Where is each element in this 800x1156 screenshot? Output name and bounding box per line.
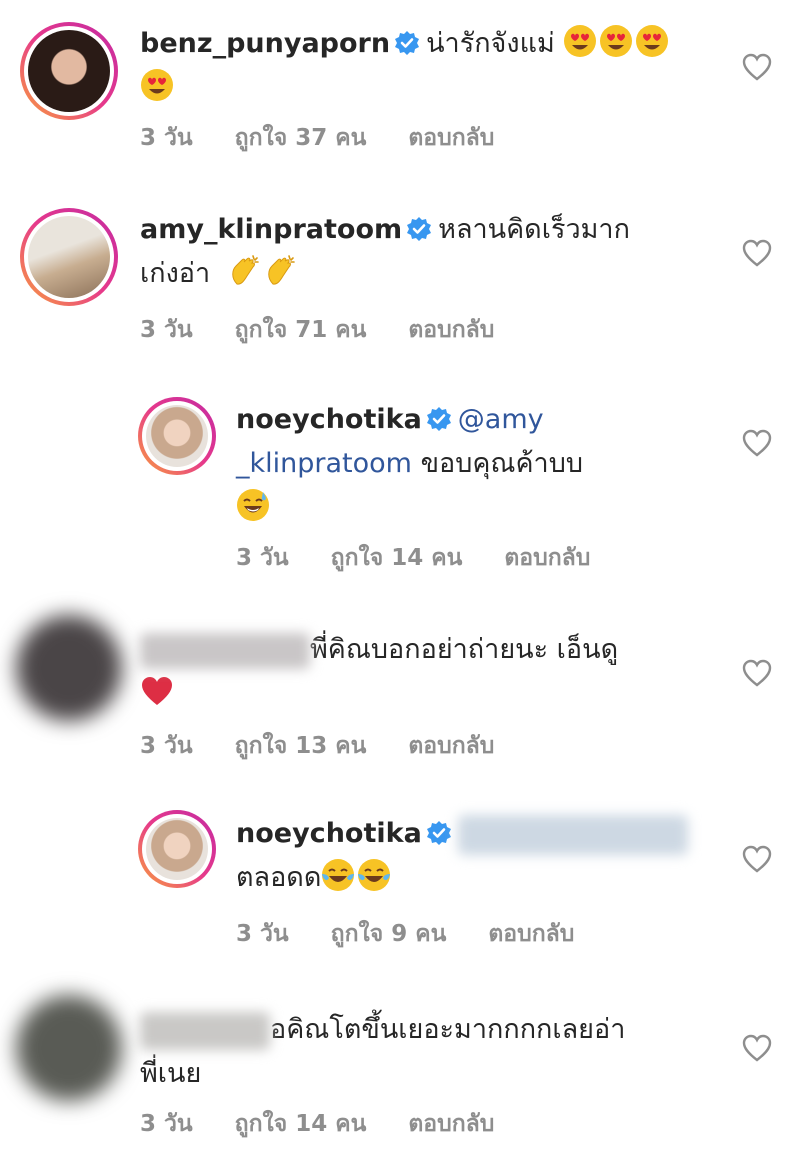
tears-of-joy-emoji-icon xyxy=(321,858,355,892)
comment-meta: 3 วัน ถูกใจ 9 คน ตอบกลับ xyxy=(236,916,616,952)
reply-button[interactable]: ตอบกลับ xyxy=(504,545,590,571)
comment-meta: 3 วัน ถูกใจ 14 คน ตอบกลับ xyxy=(140,1106,536,1142)
comment-text: พี่คิณบอกอย่าถ่ายนะ เอ็นดู xyxy=(310,634,619,665)
mention-link[interactable]: @amy xyxy=(458,404,544,435)
likes-count[interactable]: ถูกใจ 13 คน xyxy=(235,733,367,759)
like-heart-icon[interactable] xyxy=(742,1034,772,1062)
avatar[interactable] xyxy=(20,208,118,306)
clapping-hands-emoji-icon xyxy=(227,254,261,288)
red-heart-emoji-icon xyxy=(140,674,174,708)
time-label: 3 วัน xyxy=(236,921,289,947)
avatar[interactable] xyxy=(20,22,118,120)
comment-text: พี่เนย xyxy=(140,1058,202,1089)
comment-text-block: noeychotika ตลอดด xyxy=(236,812,716,900)
comment-text-block: พี่คิณบอกอย่าถ่ายนะ เอ็นดู xyxy=(140,628,710,716)
heart-eyes-emoji-icon xyxy=(563,24,597,58)
time-label: 3 วัน xyxy=(236,545,289,571)
comment-meta: 3 วัน ถูกใจ 37 คน ตอบกลับ xyxy=(140,120,536,156)
blurred-mention xyxy=(457,814,688,855)
heart-eyes-emoji-icon xyxy=(140,68,174,102)
heart-eyes-emoji-icon xyxy=(599,24,633,58)
comment-meta: 3 วัน ถูกใจ 13 คน ตอบกลับ xyxy=(140,728,536,764)
avatar[interactable] xyxy=(138,810,216,888)
like-heart-icon[interactable] xyxy=(742,53,772,81)
reply-button[interactable]: ตอบกลับ xyxy=(408,1111,494,1137)
tears-of-joy-emoji-icon xyxy=(357,858,391,892)
avatar[interactable] xyxy=(138,397,216,475)
comment-text: เก่งอ่า xyxy=(140,258,211,289)
blurred-username xyxy=(140,1011,270,1050)
comment-text: ตลอดด xyxy=(236,862,322,893)
comment-text: อคิณโตขึ้นเยอะมากกกกเลยอ่า xyxy=(270,1014,626,1045)
likes-count[interactable]: ถูกใจ 9 คน xyxy=(331,921,447,947)
time-label: 3 วัน xyxy=(140,733,193,759)
reply-button[interactable]: ตอบกลับ xyxy=(408,125,494,151)
blurred-username xyxy=(140,632,310,669)
username[interactable]: benz_punyaporn xyxy=(140,28,390,59)
like-heart-icon[interactable] xyxy=(742,429,772,457)
reply-button[interactable]: ตอบกลับ xyxy=(408,733,494,759)
likes-count[interactable]: ถูกใจ 14 คน xyxy=(331,545,463,571)
like-heart-icon[interactable] xyxy=(742,239,772,267)
time-label: 3 วัน xyxy=(140,317,193,343)
comment-text: ขอบคุณค้าบบ xyxy=(420,448,583,479)
username[interactable]: noeychotika xyxy=(236,818,422,849)
avatar[interactable] xyxy=(16,615,122,721)
likes-count[interactable]: ถูกใจ 71 คน xyxy=(235,317,367,343)
comment-text-block: อคิณโตขึ้นเยอะมากกกกเลยอ่า พี่เนย xyxy=(140,1008,720,1096)
verified-badge-icon xyxy=(426,820,452,846)
likes-count[interactable]: ถูกใจ 14 คน xyxy=(235,1111,367,1137)
laughing-sweat-emoji-icon xyxy=(236,488,270,522)
comment-text: น่ารักจังแม่ xyxy=(426,28,555,59)
likes-count[interactable]: ถูกใจ 37 คน xyxy=(235,125,367,151)
time-label: 3 วัน xyxy=(140,125,193,151)
verified-badge-icon xyxy=(394,30,420,56)
heart-eyes-emoji-icon xyxy=(635,24,669,58)
verified-badge-icon xyxy=(406,216,432,242)
comment-meta: 3 วัน ถูกใจ 14 คน ตอบกลับ xyxy=(236,540,632,576)
comment-text-block: amy_klinpratoom หลานคิดเร็วมาก เก่งอ่า xyxy=(140,208,710,296)
comment-text: หลานคิดเร็วมาก xyxy=(438,214,630,245)
comment-meta: 3 วัน ถูกใจ 71 คน ตอบกลับ xyxy=(140,312,536,348)
username[interactable]: noeychotika xyxy=(236,404,422,435)
username[interactable]: amy_klinpratoom xyxy=(140,214,402,245)
like-heart-icon[interactable] xyxy=(742,845,772,873)
verified-badge-icon xyxy=(426,406,452,432)
comment-text-block: noeychotika @amy _klinpratoom ขอบคุณค้าบบ xyxy=(236,398,716,530)
reply-button[interactable]: ตอบกลับ xyxy=(488,921,574,947)
time-label: 3 วัน xyxy=(140,1111,193,1137)
reply-button[interactable]: ตอบกลับ xyxy=(408,317,494,343)
clapping-hands-emoji-icon xyxy=(263,254,297,288)
avatar[interactable] xyxy=(16,995,122,1101)
like-heart-icon[interactable] xyxy=(742,659,772,687)
comment-text-block: benz_punyaporn น่ารักจังแม่ xyxy=(140,22,710,110)
mention-link[interactable]: _klinpratoom xyxy=(236,448,412,479)
